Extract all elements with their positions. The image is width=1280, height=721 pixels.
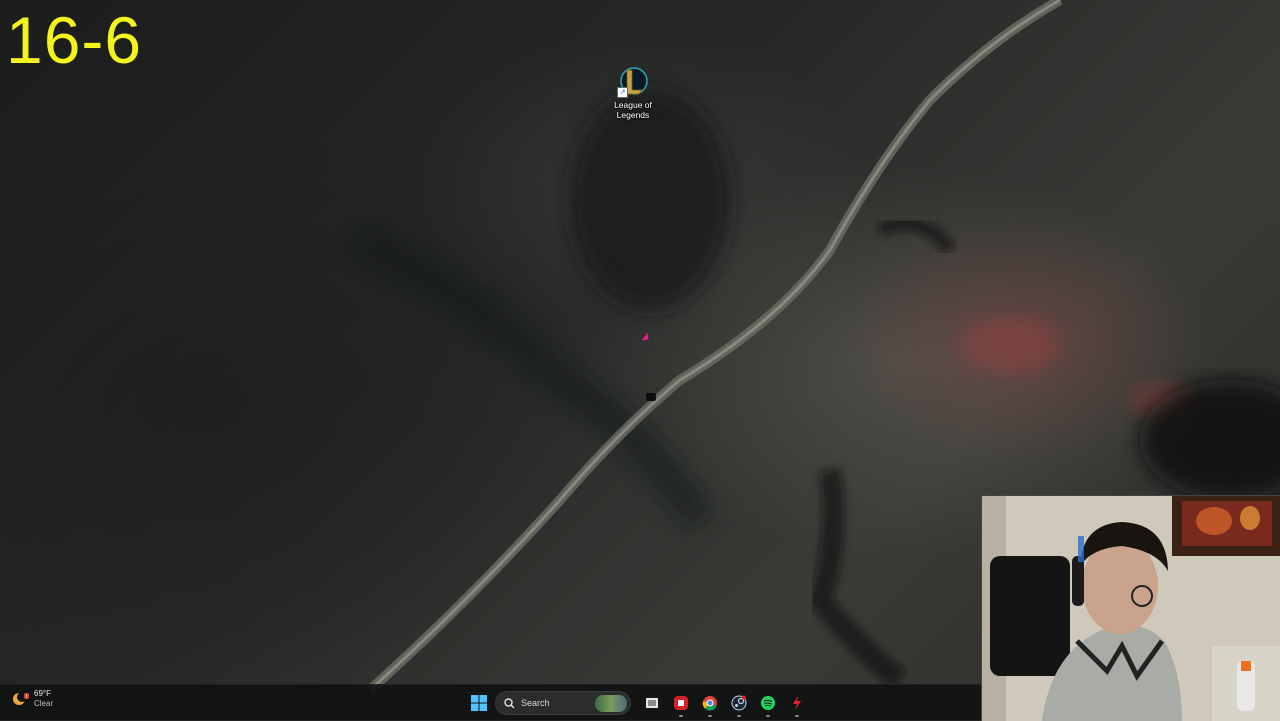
spotify-icon — [760, 696, 775, 710]
shortcut-arrow-icon: ↗ — [617, 87, 628, 98]
steam-icon — [731, 695, 746, 711]
search-icon — [504, 697, 515, 708]
search-highlight-image — [595, 695, 627, 712]
start-button[interactable] — [465, 689, 493, 717]
svg-text:!: ! — [25, 694, 27, 700]
task-view-icon — [645, 698, 658, 708]
score-overlay: 16-6 — [6, 3, 143, 77]
weather-widget[interactable]: ! 69°F Clear — [10, 689, 53, 709]
windows-start-icon — [470, 695, 487, 711]
taskbar-app-steam[interactable] — [725, 689, 753, 717]
taskbar-app-chrome[interactable] — [696, 689, 724, 717]
chrome-icon — [702, 696, 717, 711]
running-indicator — [736, 715, 741, 717]
taskbar-app-spotify[interactable] — [754, 689, 782, 717]
desktop-icon-label: League of Legends — [614, 100, 652, 120]
running-indicator — [794, 715, 799, 717]
search-label: Search — [521, 698, 550, 708]
task-view-button[interactable] — [638, 689, 666, 717]
taskbar-app-red[interactable] — [667, 689, 695, 717]
league-of-legends-icon: ↗ — [617, 66, 649, 98]
running-indicator — [765, 715, 770, 717]
weather-condition: Clear — [34, 699, 54, 708]
desktop-icon-league-of-legends[interactable]: ↗ League of Legends — [603, 66, 663, 120]
lightning-icon — [792, 696, 801, 710]
taskbar-search[interactable]: Search — [495, 691, 631, 715]
webcam-feed — [981, 495, 1280, 721]
weather-temperature: 69°F — [34, 689, 51, 698]
running-indicator — [678, 715, 683, 717]
red-app-icon — [673, 696, 688, 710]
taskbar-center: Search — [464, 689, 811, 717]
taskbar-app-lightning[interactable] — [783, 689, 811, 717]
running-indicator — [707, 715, 712, 717]
taskbar: ! 69°F Clear Search — [0, 684, 981, 721]
webcam-scene — [982, 496, 1280, 721]
moon-cloud-icon: ! — [10, 689, 30, 709]
